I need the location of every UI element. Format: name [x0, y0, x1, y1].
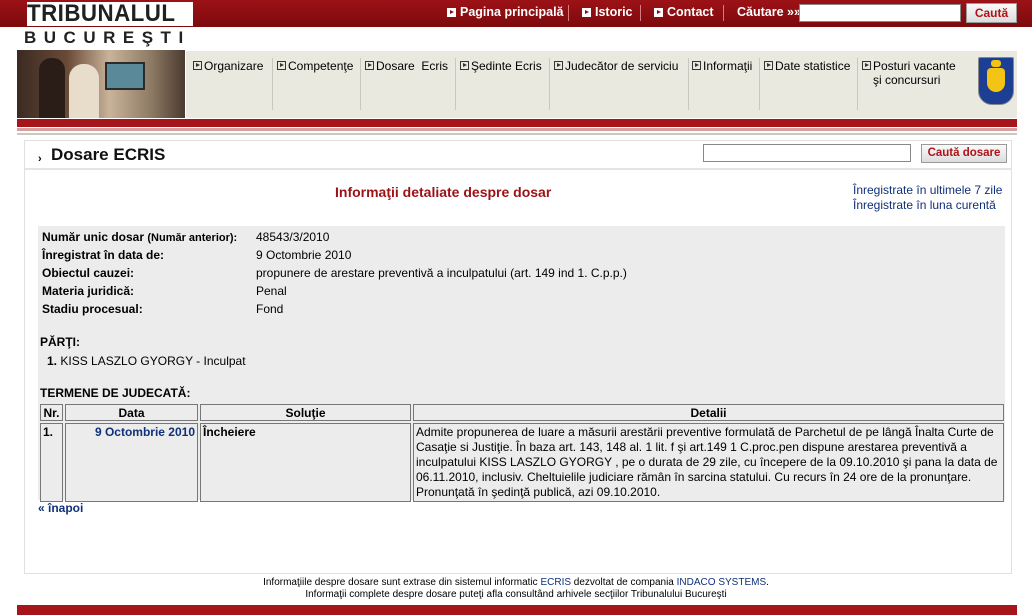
table-row: 1. 9 Octombrie 2010 Încheiere Admite pro… [40, 423, 1004, 502]
link-last-7-days[interactable]: Înregistrate în ultimele 7 zile [853, 183, 1002, 197]
column-header: Detalii [413, 404, 1004, 421]
label-materia-juridica: Materia juridică: [42, 284, 135, 298]
menu-judecator-serviciu[interactable]: Judecător de serviciu [554, 59, 678, 73]
termene-heading: TERMENE DE JUDECATĂ: [40, 386, 191, 400]
header-photo [17, 50, 185, 118]
back-link[interactable]: « înapoi [38, 501, 83, 515]
dosar-search-button[interactable]: Caută dosare [921, 144, 1007, 163]
topnav-istoric[interactable]: Istoric [582, 5, 633, 19]
cell-data: 9 Octombrie 2010 [65, 423, 198, 502]
value-materia-juridica: Penal [256, 284, 287, 298]
table-header-row: Nr. Data Soluţie Detalii [40, 404, 1004, 421]
indaco-link[interactable]: INDACO SYSTEMS [677, 577, 766, 588]
parti-heading: PĂRŢI: [40, 335, 80, 349]
arrow-bullet-icon [554, 61, 563, 70]
menu-organizare[interactable]: Organizare [193, 59, 263, 73]
menu-sedinte-ecris[interactable]: Şedinte Ecris [460, 59, 542, 73]
value-stadiu-procesual: Fond [256, 302, 284, 316]
column-header: Soluţie [200, 404, 411, 421]
romania-coat-of-arms-icon [978, 57, 1014, 105]
divider [25, 168, 1011, 170]
menu-posturi-vacante[interactable]: Posturi vacante şi concursuri [862, 59, 956, 87]
topnav-home[interactable]: Pagina principală [447, 5, 564, 19]
logo-tribunalul[interactable]: TRIBUNALUL [27, 2, 193, 26]
site-search-button[interactable]: Caută [966, 3, 1017, 23]
arrow-bullet-icon [582, 7, 591, 17]
topnav-contact[interactable]: Contact [654, 5, 714, 19]
dosar-search-input[interactable] [703, 144, 911, 162]
arrow-bullet-icon [447, 7, 456, 17]
value-numar-dosar: 48543/3/2010 [256, 230, 330, 244]
menu-competente[interactable]: Competenţe [277, 59, 353, 73]
topnav-separator [568, 5, 569, 21]
arrow-bullet-icon [764, 61, 773, 70]
arrow-bullet-icon [654, 7, 663, 17]
column-header: Data [65, 404, 198, 421]
label-numar-dosar: Număr unic dosar (Număr anterior): [42, 230, 238, 244]
label-stadiu-procesual: Stadiu procesual: [42, 302, 143, 316]
header-stripe [17, 119, 1017, 127]
arrow-bullet-icon [277, 61, 286, 70]
arrow-bullet-icon [365, 61, 374, 70]
search-label: Căutare »» [737, 5, 801, 19]
cell-solutie: Încheiere [200, 423, 411, 502]
menu-date-statistice[interactable]: Date statistice [764, 59, 850, 73]
footer: Informaţiile despre dosare sunt extrase … [263, 577, 769, 600]
menu-informatii[interactable]: Informaţii [692, 59, 752, 73]
cell-detalii: Admite propunerea de luare a măsurii are… [413, 423, 1004, 502]
arrow-bullet-icon [460, 61, 469, 70]
arrow-bullet-icon [692, 61, 701, 70]
page: TRIBUNALUL BUCUREŞTI Pagina principală I… [0, 0, 1032, 615]
termen-date-link[interactable]: 9 Octombrie 2010 [95, 425, 195, 439]
arrow-bullet-icon [193, 61, 202, 70]
menu-dosare-ecris[interactable]: Dosare Ecris [365, 59, 448, 73]
cell-nr: 1. [40, 423, 63, 502]
arrow-bullet-icon [862, 61, 871, 70]
page-title: Dosare ECRIS [51, 145, 166, 164]
value-obiect-cauza: propunere de arestare preventivă a incul… [256, 266, 627, 280]
topnav-separator [723, 5, 724, 21]
link-current-month[interactable]: Înregistrate în luna curentă [853, 198, 996, 212]
list-item: 1. KISS LASZLO GYORGY - Inculpat [47, 354, 246, 368]
label-data-inregistrare: Înregistrat în data de: [42, 248, 165, 262]
column-header: Nr. [40, 404, 63, 421]
footer-stripe [17, 605, 1017, 615]
label-obiect-cauza: Obiectul cauzei: [42, 266, 135, 280]
detail-subtitle: Informaţii detaliate despre dosar [335, 184, 552, 200]
logo-bucuresti: BUCUREŞTI [24, 28, 191, 47]
ecris-link[interactable]: ECRIS [540, 577, 571, 588]
termene-table: Nr. Data Soluţie Detalii 1. 9 Octombrie … [38, 402, 1006, 504]
topnav-separator [640, 5, 641, 21]
title-arrow-icon: › [38, 153, 42, 165]
site-search-input[interactable] [799, 4, 961, 22]
value-data-inregistrare: 9 Octombrie 2010 [256, 248, 352, 262]
